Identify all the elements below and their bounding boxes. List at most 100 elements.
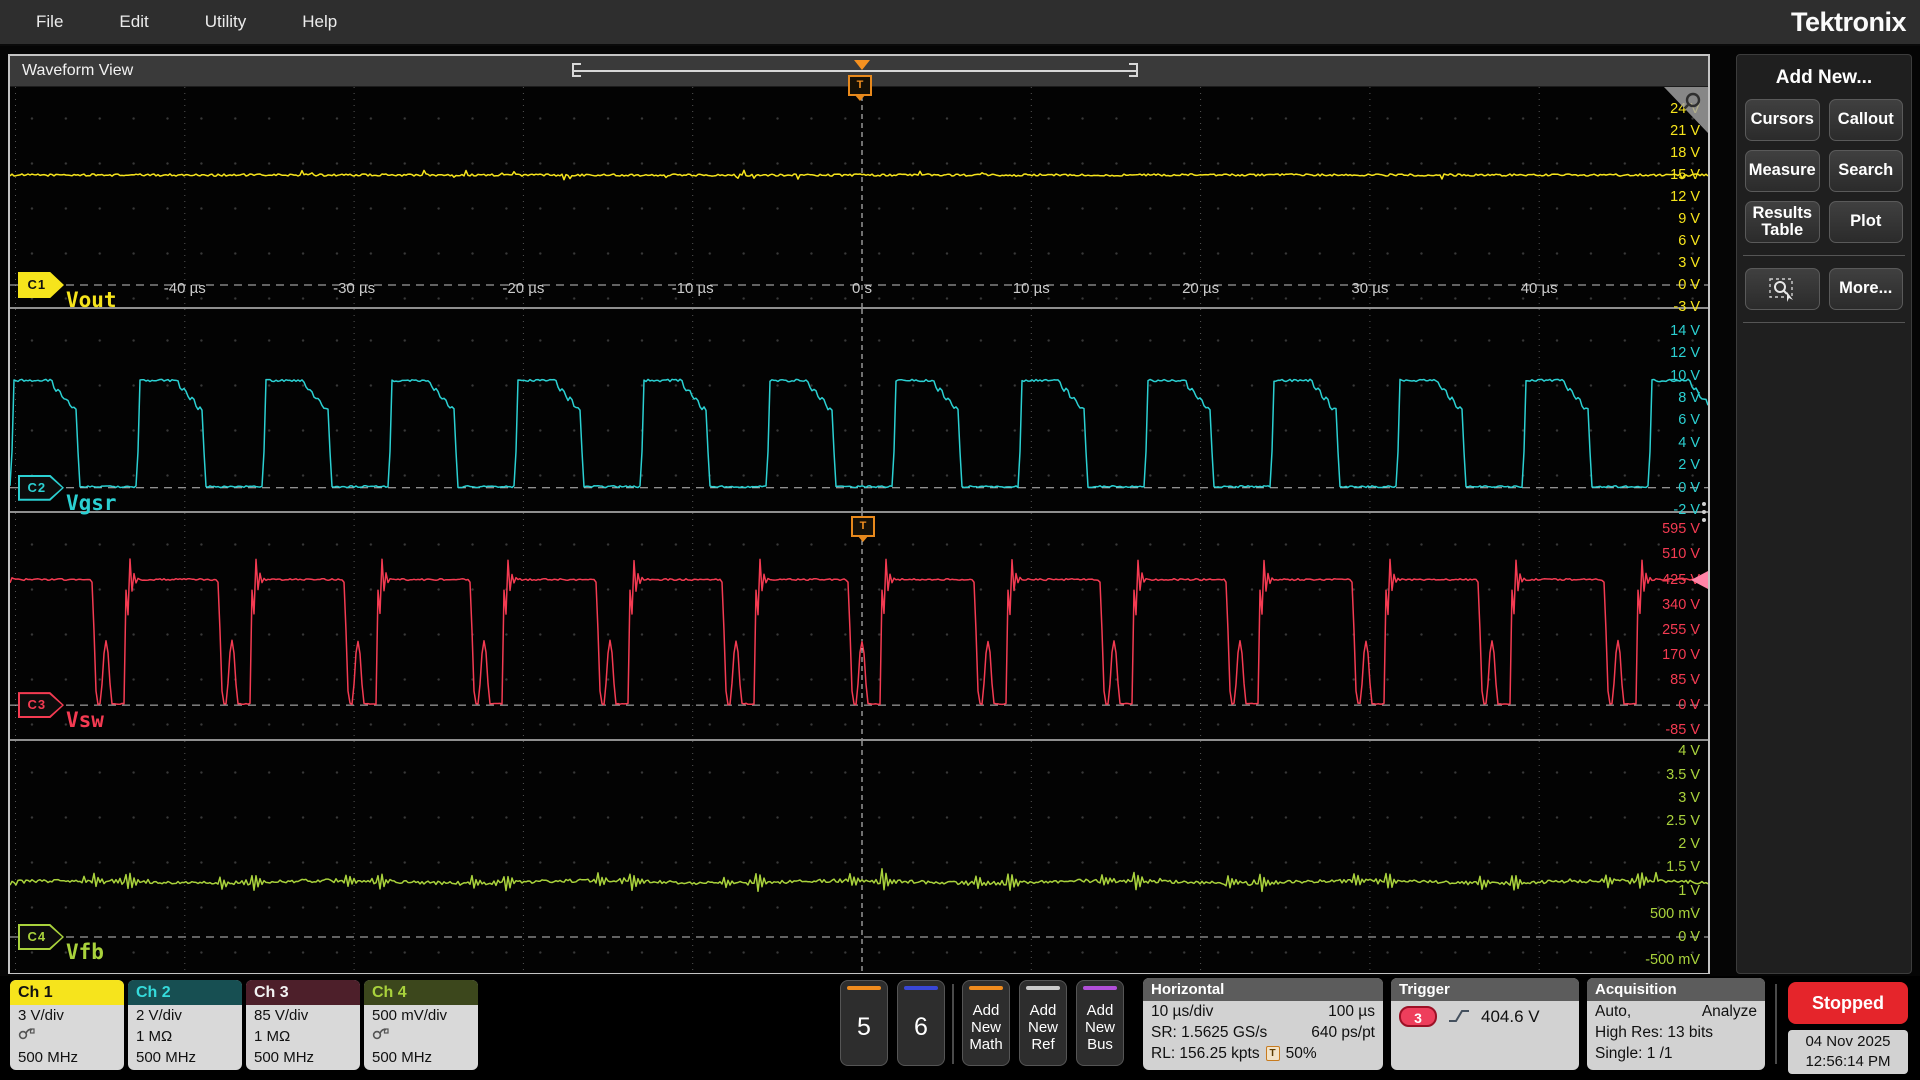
axis-label: 18 V xyxy=(1670,145,1700,161)
axis-label: 3.5 V xyxy=(1666,767,1700,783)
time-axis-label: -10 µs xyxy=(672,280,714,297)
channel-settings-badge-2[interactable]: Ch 22 V/div1 MΩ500 MHz xyxy=(128,980,242,1070)
trigger-panel[interactable]: Trigger 3 404.6 V xyxy=(1391,978,1579,1070)
acquisition-panel[interactable]: Acquisition Auto, Analyze High Res: 13 b… xyxy=(1587,978,1765,1070)
date-text: 04 Nov 2025 xyxy=(1805,1032,1890,1052)
axis-label: 6 V xyxy=(1678,233,1700,249)
settings-bar: Ch 13 V/div500 MHzCh 22 V/div1 MΩ500 MHz… xyxy=(0,976,1920,1080)
channel-settings-badge-1[interactable]: Ch 13 V/div500 MHz xyxy=(10,980,124,1070)
time-axis-label: 40 µs xyxy=(1521,280,1558,297)
time-axis-label: 30 µs xyxy=(1351,280,1388,297)
quick-button-add-new-ref[interactable]: AddNewRef xyxy=(1019,980,1067,1066)
axis-label: 3 V xyxy=(1678,790,1700,806)
axis-label: 3 V xyxy=(1678,255,1700,271)
axis-label: 12 V xyxy=(1670,189,1700,205)
bottom-divider xyxy=(952,984,954,1064)
channel-bandwidth: 500 MHz xyxy=(10,1047,124,1068)
horizontal-duration: 100 µs xyxy=(1328,1001,1375,1022)
channel-settings-badge-4[interactable]: Ch 4500 mV/div 500 MHz xyxy=(364,980,478,1070)
trigger-source-badge: 3 xyxy=(1399,1006,1437,1027)
trigger-level-arrow-icon[interactable] xyxy=(1691,571,1708,589)
time-axis-label: -30 µs xyxy=(333,280,375,297)
record-view-scrollbar[interactable]: T xyxy=(572,63,1138,79)
channel-settings-label: Ch 4 xyxy=(364,980,478,1005)
time-text: 12:56:14 PM xyxy=(1805,1052,1890,1072)
time-axis-label: 0 s xyxy=(852,280,872,297)
channel-scale: 3 V/div xyxy=(10,1005,124,1026)
channel-badge-label: C3 xyxy=(18,692,56,718)
add-new-title: Add New... xyxy=(1745,67,1903,89)
acquisition-title: Acquisition xyxy=(1587,978,1765,1001)
horizontal-position: 50% xyxy=(1286,1043,1317,1064)
graticule[interactable]: 24 V21 V18 V15 V12 V9 V6 V3 V0 V-3 VC1Vo… xyxy=(10,87,1708,973)
oscilloscope-app: File Edit Utility Help Tektronix Wavefor… xyxy=(0,0,1920,1080)
plot-button[interactable]: Plot xyxy=(1829,201,1904,243)
results-table-button[interactable]: Results Table xyxy=(1745,201,1820,243)
record-view-line xyxy=(572,70,1138,72)
axis-label: 0 V xyxy=(1678,277,1700,293)
axis-label: 4 V xyxy=(1678,743,1700,759)
time-axis-label: -20 µs xyxy=(502,280,544,297)
sidebar-divider xyxy=(1743,255,1905,256)
horizontal-resolution: 640 ps/pt xyxy=(1311,1022,1375,1043)
axis-label: 9 V xyxy=(1678,211,1700,227)
record-view-right-bracket xyxy=(1129,63,1138,77)
channel-name-vsw: Vsw xyxy=(66,708,104,732)
waveform-slice-vout[interactable]: 24 V21 V18 V15 V12 V9 V6 V3 V0 V-3 VC1Vo… xyxy=(10,87,1708,307)
waveform-view-panel: Waveform View T 24 V21 V18 V15 V12 V9 V6… xyxy=(8,54,1710,974)
axis-label: 0 V xyxy=(1678,929,1700,945)
datetime-display[interactable]: 04 Nov 2025 12:56:14 PM xyxy=(1788,1030,1908,1074)
callout-button[interactable]: Callout xyxy=(1829,99,1904,141)
menu-file[interactable]: File xyxy=(36,12,63,32)
quick-button-add-new-bus[interactable]: AddNewBus xyxy=(1076,980,1124,1066)
channel-scale: 2 V/div xyxy=(128,1005,242,1026)
channel-badge-label: C4 xyxy=(18,924,56,950)
axis-label: 500 mV xyxy=(1650,906,1700,922)
waveform-view-title: Waveform View xyxy=(22,56,133,86)
channel-bandwidth: 500 MHz xyxy=(364,1047,478,1068)
cursors-button[interactable]: Cursors xyxy=(1745,99,1820,141)
trigger-flag-icon[interactable]: T xyxy=(848,75,872,96)
menu-utility[interactable]: Utility xyxy=(205,12,247,32)
axis-label: 4 V xyxy=(1678,435,1700,451)
channel-settings-label: Ch 2 xyxy=(128,980,242,1005)
channel-bandwidth: 500 MHz xyxy=(128,1047,242,1068)
quick-button-add-new-math[interactable]: AddNewMath xyxy=(962,980,1010,1066)
axis-label: 2.5 V xyxy=(1666,813,1700,829)
trigger-flag-icon[interactable]: T xyxy=(851,516,875,537)
channel-scale: 500 mV/div xyxy=(364,1005,478,1026)
horizontal-scale: 10 µs/div xyxy=(1151,1001,1213,1022)
search-button[interactable]: Search xyxy=(1829,150,1904,192)
zoom-select-icon xyxy=(1767,276,1797,302)
probe-icon xyxy=(372,1026,389,1041)
waveform-slice-vgsr[interactable]: 14 V12 V10 V8 V6 V4 V2 V0 V-2 VC2Vgsr xyxy=(10,309,1708,511)
measure-button[interactable]: Measure xyxy=(1745,150,1820,192)
trigger-level: 404.6 V xyxy=(1481,1006,1540,1027)
drag-handle-icon[interactable] xyxy=(1702,502,1706,522)
trigger-position-triangle-icon[interactable] xyxy=(854,60,870,70)
axis-label: 12 V xyxy=(1670,345,1700,361)
horizontal-panel[interactable]: Horizontal 10 µs/div 100 µs SR: 1.5625 G… xyxy=(1143,978,1383,1070)
zoom-select-button[interactable] xyxy=(1745,268,1820,310)
channel-settings-badge-3[interactable]: Ch 385 V/div1 MΩ500 MHz xyxy=(246,980,360,1070)
waveform-view-titlebar: Waveform View T xyxy=(10,56,1708,87)
quick-button-5[interactable]: 5 xyxy=(840,980,888,1066)
waveform-slice-vfb[interactable]: 4 V3.5 V3 V2.5 V2 V1.5 V1 V500 mV0 V-500… xyxy=(10,741,1708,973)
more-button[interactable]: More... xyxy=(1829,268,1904,310)
run-state-button[interactable]: Stopped xyxy=(1788,982,1908,1024)
horizontal-record-length: RL: 156.25 kpts xyxy=(1151,1043,1260,1064)
menu-bar: File Edit Utility Help Tektronix xyxy=(0,0,1920,46)
channel-scale: 85 V/div xyxy=(246,1005,360,1026)
quick-button-label: 5 xyxy=(857,990,871,1065)
add-new-buttons: Cursors Callout Measure Search Results T… xyxy=(1745,99,1903,243)
bottom-divider-2 xyxy=(1775,984,1777,1064)
waveform-slice-vsw[interactable]: 595 V510 V425 V340 V255 V170 V85 V0 V-85… xyxy=(10,513,1708,739)
time-axis-label: -40 µs xyxy=(164,280,206,297)
axis-label: 2 V xyxy=(1678,457,1700,473)
channel-badge-label: C1 xyxy=(18,272,56,298)
axis-label: 21 V xyxy=(1670,123,1700,139)
channel-settings-label: Ch 3 xyxy=(246,980,360,1005)
menu-edit[interactable]: Edit xyxy=(119,12,148,32)
menu-help[interactable]: Help xyxy=(302,12,337,32)
quick-button-6[interactable]: 6 xyxy=(897,980,945,1066)
